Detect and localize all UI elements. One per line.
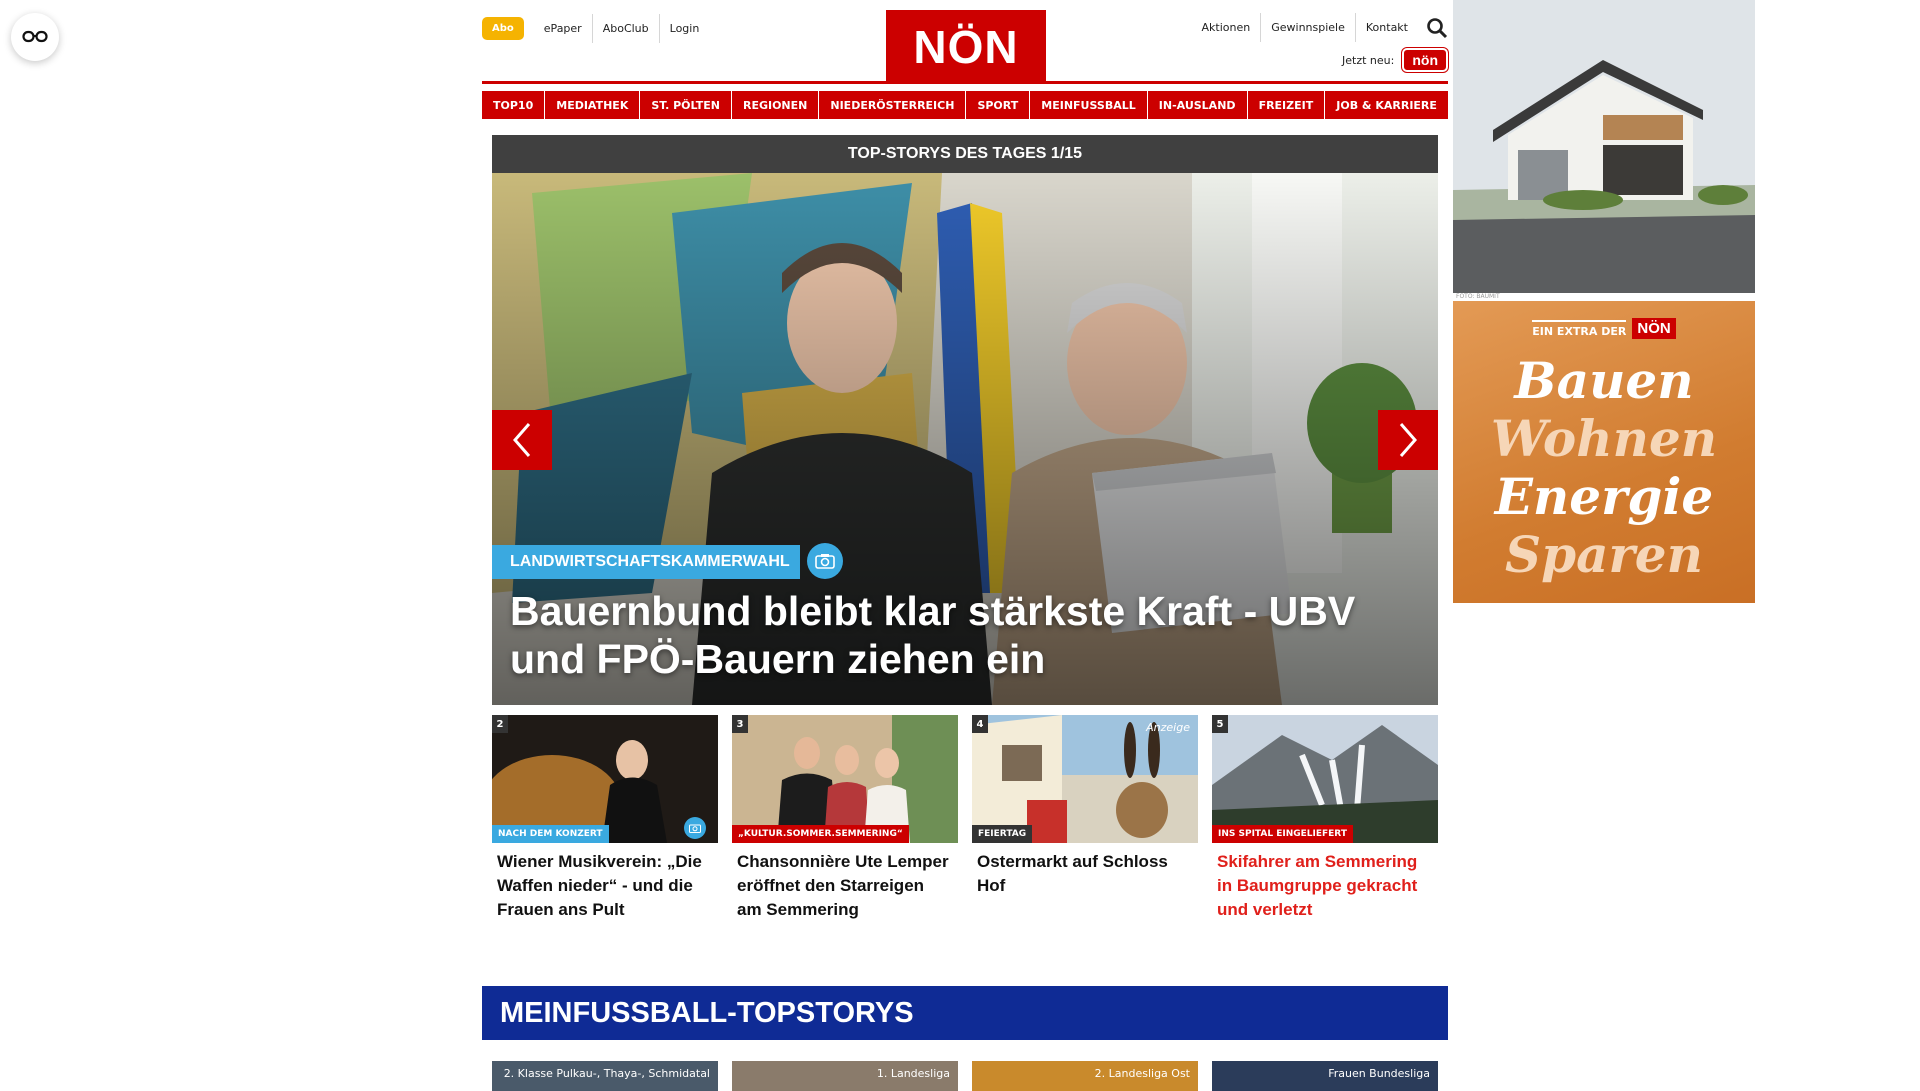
- teaser-card[interactable]: 3 „KULTUR.SOMMER.SEMMERING“ Chansonnière…: [732, 715, 958, 922]
- gewinnspiele-link[interactable]: Gewinnspiele: [1260, 13, 1355, 42]
- reader-view-button[interactable]: [11, 13, 59, 61]
- extra-label: EIN EXTRA DER: [1532, 319, 1627, 338]
- noen-app-badge[interactable]: nön: [1402, 48, 1448, 72]
- top-story-slider: TOP-STORYS DES TAGES 1/15 LANDWIRTSCHAFT…: [492, 135, 1438, 705]
- kontakt-link[interactable]: Kontakt: [1354, 13, 1418, 42]
- teaser-rank: 5: [1212, 715, 1228, 733]
- mfb-card[interactable]: 2. Klasse Pulkau-, Thaya-, Schmidatal: [492, 1061, 718, 1091]
- teaser-rank: 3: [732, 715, 748, 733]
- teaser-image: 2 NACH DEM KONZERT: [492, 715, 718, 843]
- teaser-badge: „KULTUR.SOMMER.SEMMERING“: [732, 825, 909, 843]
- site-container: Abo ePaper AboClub Login NÖN Aktionen Ge…: [482, 0, 1448, 1091]
- header: Abo ePaper AboClub Login NÖN Aktionen Ge…: [482, 0, 1448, 84]
- ad-word-sparen: Sparen: [1505, 525, 1703, 584]
- nav-item-niederoesterreich[interactable]: NIEDERÖSTERREICH: [819, 91, 966, 119]
- mfb-card[interactable]: 2. Landesliga Ost: [972, 1061, 1198, 1091]
- teaser-title[interactable]: Wiener Musikverein: „Die Waffen nieder“ …: [497, 850, 713, 922]
- teaser-badge: NACH DEM KONZERT: [492, 825, 609, 843]
- nav-item-in-ausland[interactable]: IN-AUSLAND: [1147, 91, 1247, 119]
- ad-label: Anzeige: [1146, 721, 1190, 734]
- teaser-card[interactable]: 2 NACH DEM KONZERT Wiener Musikverein: „…: [492, 715, 718, 922]
- house-photo: [1453, 0, 1755, 293]
- noen-logo[interactable]: NÖN: [886, 10, 1046, 84]
- aboclub-link[interactable]: AboClub: [591, 14, 659, 43]
- glasses-icon: [22, 30, 48, 43]
- meinfussball-section-heading[interactable]: MEINFUSSBALL-TOPSTORYS: [482, 986, 1448, 1040]
- nav-item-regionen[interactable]: REGIONEN: [731, 91, 819, 119]
- chevron-left-icon: [513, 423, 531, 457]
- camera-icon: [684, 817, 706, 839]
- epaper-link[interactable]: ePaper: [534, 14, 592, 43]
- ad-word-energie: Energie: [1494, 467, 1714, 526]
- header-left-links: Abo ePaper AboClub Login: [482, 14, 709, 43]
- hero-image[interactable]: LANDWIRTSCHAFTSKAMMERWAHL Bauernbund ble…: [492, 173, 1438, 705]
- nav-item-top10[interactable]: TOP10: [482, 91, 545, 119]
- abo-button[interactable]: Abo: [482, 17, 524, 40]
- login-link[interactable]: Login: [658, 14, 710, 43]
- teaser-title[interactable]: Skifahrer am Semmering in Baumgruppe gek…: [1217, 850, 1433, 922]
- nav-item-mediathek[interactable]: MEDIATHEK: [545, 91, 640, 119]
- teaser-image: 3 „KULTUR.SOMMER.SEMMERING“: [732, 715, 958, 843]
- teaser-image: 4 Anzeige FEIERTAG: [972, 715, 1198, 843]
- teaser-badge: INS SPITAL EINGELIEFERT: [1212, 825, 1353, 843]
- teaser-title[interactable]: Ostermarkt auf Schloss Hof: [977, 850, 1193, 898]
- nav-item-freizeit[interactable]: FREIZEIT: [1247, 91, 1325, 119]
- nav-item-st-poelten[interactable]: ST. PÖLTEN: [640, 91, 731, 119]
- next-slide-button[interactable]: [1378, 410, 1438, 470]
- teaser-card[interactable]: 4 Anzeige FEIERTAG Ostermarkt auf Schlos…: [972, 715, 1198, 922]
- hero-category-tag[interactable]: LANDWIRTSCHAFTSKAMMERWAHL: [492, 545, 800, 579]
- previous-slide-button[interactable]: [492, 410, 552, 470]
- house-advertisement[interactable]: [1453, 0, 1755, 293]
- app-promo: Jetzt neu: nön: [1342, 48, 1448, 72]
- nav-item-sport[interactable]: SPORT: [966, 91, 1030, 119]
- nav-item-job-karriere[interactable]: JOB & KARRIERE: [1325, 91, 1448, 119]
- extra-noen-logo: NÖN: [1632, 318, 1676, 339]
- meinfussball-cards: 2. Klasse Pulkau-, Thaya-, Schmidatal 1.…: [492, 1061, 1438, 1091]
- teaser-rank: 2: [492, 715, 508, 733]
- ad-extra-header: EIN EXTRA DER NÖN: [1453, 318, 1755, 339]
- mfb-card[interactable]: 1. Landesliga: [732, 1061, 958, 1091]
- teaser-card[interactable]: 5 INS SPITAL EINGELIEFERT Skifahrer am S…: [1212, 715, 1438, 922]
- teaser-rank: 4: [972, 715, 988, 733]
- teaser-title[interactable]: Chansonnière Ute Lemper eröffnet den Sta…: [737, 850, 953, 922]
- hero-headline[interactable]: Bauernbund bleibt klar stärkste Kraft - …: [510, 587, 1390, 683]
- teaser-row: 2 NACH DEM KONZERT Wiener Musikverein: „…: [492, 715, 1438, 922]
- teaser-image: 5 INS SPITAL EINGELIEFERT: [1212, 715, 1438, 843]
- header-right-links: Aktionen Gewinnspiele Kontakt: [1192, 13, 1448, 42]
- gallery-camera-icon: [807, 543, 843, 579]
- aktionen-link[interactable]: Aktionen: [1192, 13, 1261, 42]
- mfb-card[interactable]: Frauen Bundesliga: [1212, 1061, 1438, 1091]
- top-story-heading: TOP-STORYS DES TAGES 1/15: [492, 135, 1438, 173]
- chevron-right-icon: [1399, 423, 1417, 457]
- bauen-wohnen-advertisement[interactable]: EIN EXTRA DER NÖN Bauen Wohnen Energie S…: [1453, 301, 1755, 603]
- ad-photo-credit: FOTO: BAUMIT: [1456, 293, 1500, 300]
- nav-item-meinfussball[interactable]: MEINFUSSBALL: [1030, 91, 1147, 119]
- main-navigation: TOP10 MEDIATHEK ST. PÖLTEN REGIONEN NIED…: [482, 91, 1448, 119]
- jetzt-neu-label: Jetzt neu:: [1342, 53, 1395, 67]
- ad-word-bauen: Bauen: [1514, 351, 1694, 410]
- teaser-badge: FEIERTAG: [972, 825, 1033, 843]
- ad-word-wohnen: Wohnen: [1490, 409, 1718, 468]
- search-icon[interactable]: [1426, 17, 1448, 39]
